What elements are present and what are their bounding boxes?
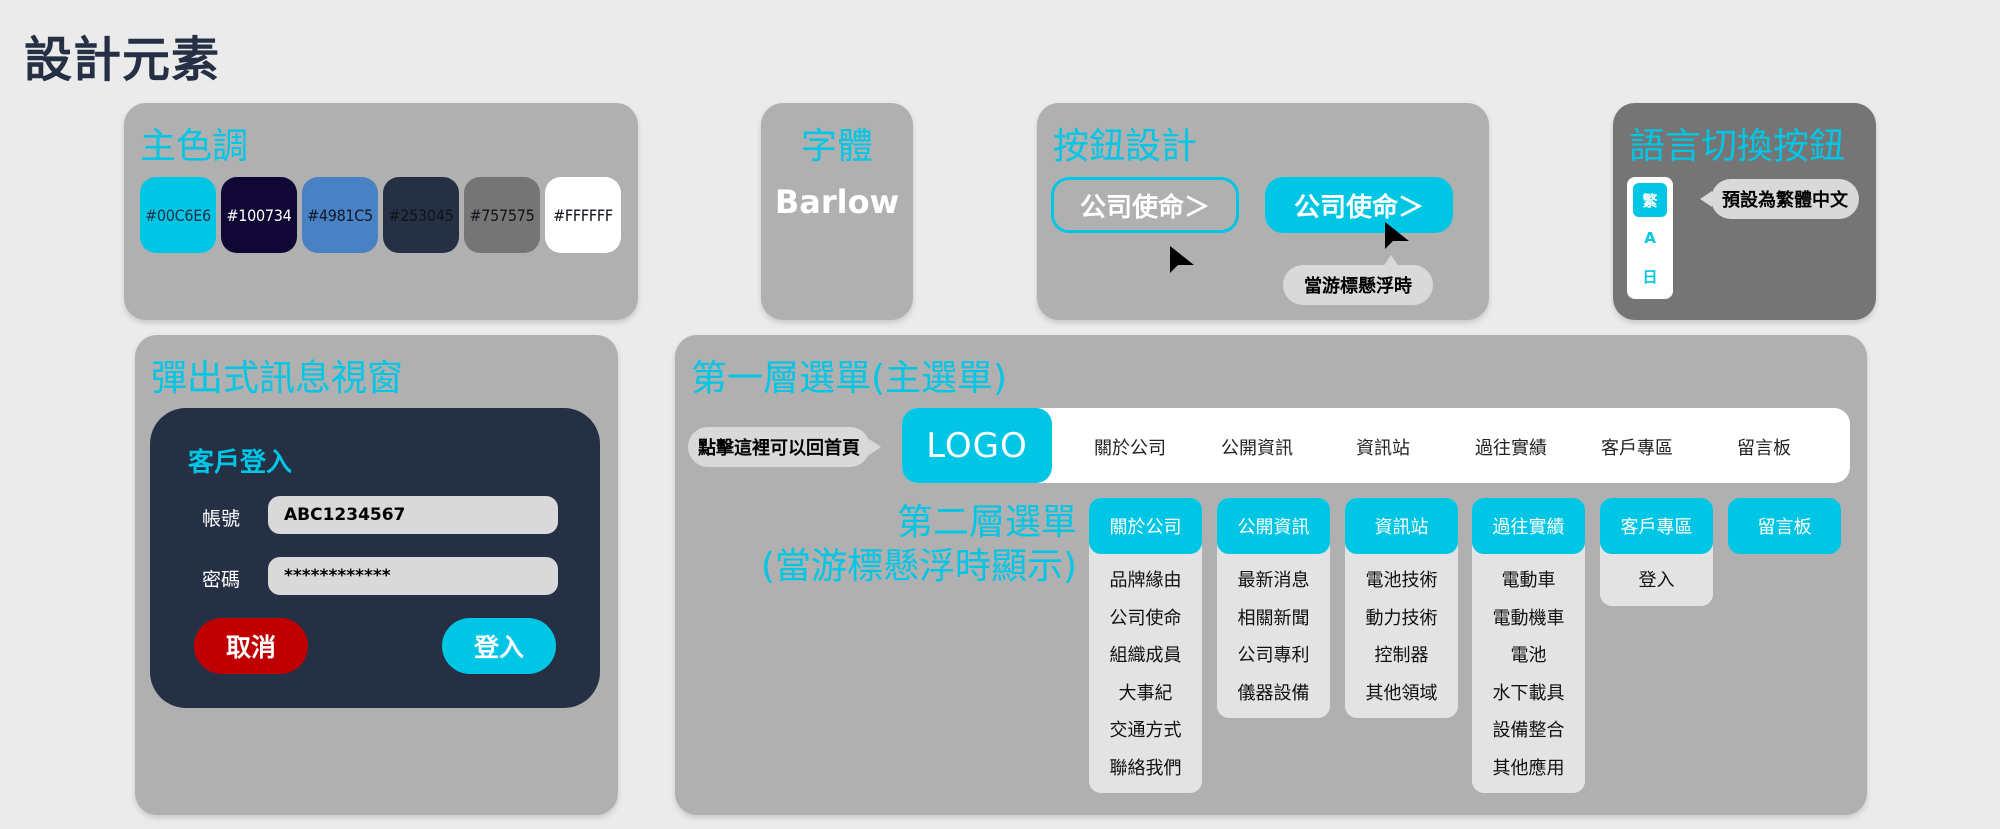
submenu-header[interactable]: 過往實績: [1472, 498, 1585, 554]
submenu-column: 過往實績電動車 電動機車 電池 水下載具 設備整合 其他應用: [1472, 498, 1585, 793]
submenu-header[interactable]: 留言板: [1728, 498, 1841, 554]
color-swatch: #FFFFFF: [545, 177, 621, 253]
submenu-item[interactable]: 控制器: [1345, 637, 1458, 675]
cancel-button[interactable]: 取消: [194, 618, 308, 674]
button-design-panel: 按鈕設計 公司使命＞ 公司使命＞ 當游標懸浮時: [1037, 103, 1489, 320]
nav-item[interactable]: 關於公司: [1070, 434, 1190, 460]
lang-option-traditional[interactable]: 繁: [1633, 183, 1667, 217]
second-menu-title-line1: 第二層選單: [896, 502, 1077, 543]
main-menu-title: 第一層選單(主選單): [691, 358, 1008, 399]
nav-item[interactable]: 過往實績: [1451, 434, 1571, 460]
language-switch-title: 語言切換按鈕: [1629, 126, 1846, 167]
submenu-item[interactable]: 其他領域: [1345, 675, 1458, 713]
submenu-item[interactable]: 最新消息: [1217, 562, 1330, 600]
home-note-pointer: [869, 439, 881, 455]
lang-option-english[interactable]: A: [1633, 221, 1667, 255]
mission-button-hover[interactable]: 公司使命＞: [1265, 177, 1453, 233]
submenu-column: 客戶專區 登入: [1600, 498, 1713, 606]
language-note-bubble: 預設為繁體中文: [1711, 179, 1859, 219]
submenu-item[interactable]: 聯絡我們: [1089, 750, 1202, 788]
submenu-item[interactable]: 電池技術: [1345, 562, 1458, 600]
color-swatch: #00C6E6: [140, 177, 216, 253]
swatch-row: #00C6E6 #100734 #4981C5 #253045 #757575 #FFFF…: [140, 177, 621, 253]
submenu-item[interactable]: 品牌緣由: [1089, 562, 1202, 600]
main-navbar: LOGO 關於公司 公開資訊 資訊站 過往實績 客戶專區 留言板: [902, 408, 1850, 483]
main-menu-panel: 第一層選單(主選單) 點擊這裡可以回首頁 LOGO 關於公司 公開資訊 資訊站 過往實…: [675, 335, 1867, 815]
login-dialog-title: 客戶登入: [188, 448, 293, 478]
nav-item[interactable]: 資訊站: [1323, 434, 1443, 460]
submenu-item[interactable]: 交通方式: [1089, 712, 1202, 750]
popup-window-title: 彈出式訊息視窗: [151, 358, 404, 399]
submenu-header[interactable]: 公開資訊: [1217, 498, 1330, 554]
submenu-column: 關於公司品牌緣由 公司使命 組織成員 大事紀 交通方式 聯絡我們: [1089, 498, 1202, 793]
cursor-icon: [1170, 246, 1194, 273]
submenu-column: 留言板: [1728, 498, 1841, 554]
submenu-item[interactable]: 儀器設備: [1217, 675, 1330, 713]
nav-item[interactable]: 公開資訊: [1197, 434, 1317, 460]
submenu-header[interactable]: 關於公司: [1089, 498, 1202, 554]
submenu-item[interactable]: 電動車: [1472, 562, 1585, 600]
color-swatch: #253045: [383, 177, 459, 253]
submenu-header[interactable]: 資訊站: [1345, 498, 1458, 554]
submenu-column: 公開資訊最新消息 相關新聞 公司專利 儀器設備: [1217, 498, 1330, 718]
nav-item[interactable]: 客戶專區: [1577, 434, 1697, 460]
color-swatch: #757575: [464, 177, 540, 253]
submenu-item[interactable]: 組織成員: [1089, 637, 1202, 675]
second-menu-title: 第二層選單 (當游標懸浮時顯示): [675, 501, 1077, 589]
cursor-hover-icon: [1385, 222, 1409, 249]
login-button[interactable]: 登入: [442, 618, 556, 674]
home-note-bubble: 點擊這裡可以回首頁: [688, 427, 870, 467]
font-panel: 字體 Barlow: [761, 103, 913, 320]
second-menu-title-line2: (當游標懸浮時顯示): [760, 546, 1077, 587]
color-swatch: #100734: [221, 177, 297, 253]
lang-option-japanese[interactable]: 日: [1633, 259, 1667, 293]
submenu-item[interactable]: 登入: [1600, 562, 1713, 600]
font-title: 字體: [800, 126, 873, 167]
submenu-item[interactable]: 設備整合: [1472, 712, 1585, 750]
account-input[interactable]: ABC1234567: [268, 496, 558, 534]
hover-note-bubble: 當游標懸浮時: [1283, 265, 1433, 305]
submenu-item[interactable]: 電動機車: [1472, 600, 1585, 638]
page-title: 設計元素: [24, 32, 221, 88]
submenu-item[interactable]: 其他應用: [1472, 750, 1585, 788]
color-palette-panel: 主色調 #00C6E6 #100734 #4981C5 #253045 #757575 #…: [124, 103, 638, 320]
login-dialog: 客戶登入 帳號 ABC1234567 密碼 ************ 取消 登入: [150, 408, 600, 708]
submenu-item[interactable]: 電池: [1472, 637, 1585, 675]
language-switch-panel: 語言切換按鈕 繁 A 日 預設為繁體中文: [1613, 103, 1876, 320]
submenu-header[interactable]: 客戶專區: [1600, 498, 1713, 554]
submenu-item[interactable]: 相關新聞: [1217, 600, 1330, 638]
hover-note-pointer: [1383, 255, 1399, 267]
submenu-item[interactable]: 公司專利: [1217, 637, 1330, 675]
submenu-item[interactable]: 動力技術: [1345, 600, 1458, 638]
password-input[interactable]: ************: [268, 557, 558, 595]
popup-window-panel: 彈出式訊息視窗 客戶登入 帳號 ABC1234567 密碼 **********…: [135, 335, 618, 815]
submenu-item[interactable]: 公司使命: [1089, 600, 1202, 638]
button-design-title: 按鈕設計: [1053, 126, 1198, 167]
submenu-column: 資訊站電池技術 動力技術 控制器 其他領域: [1345, 498, 1458, 718]
mission-button-default[interactable]: 公司使命＞: [1051, 177, 1239, 233]
submenu-item[interactable]: 大事紀: [1089, 675, 1202, 713]
password-label: 密碼: [202, 569, 241, 591]
color-swatch: #4981C5: [302, 177, 378, 253]
account-label: 帳號: [202, 508, 241, 530]
language-switcher: 繁 A 日: [1627, 177, 1673, 299]
color-palette-title: 主色調: [140, 126, 249, 167]
logo-home-link[interactable]: LOGO: [902, 408, 1052, 483]
nav-item[interactable]: 留言板: [1704, 434, 1824, 460]
font-sample: Barlow: [774, 183, 900, 221]
submenu-item[interactable]: 水下載具: [1472, 675, 1585, 713]
